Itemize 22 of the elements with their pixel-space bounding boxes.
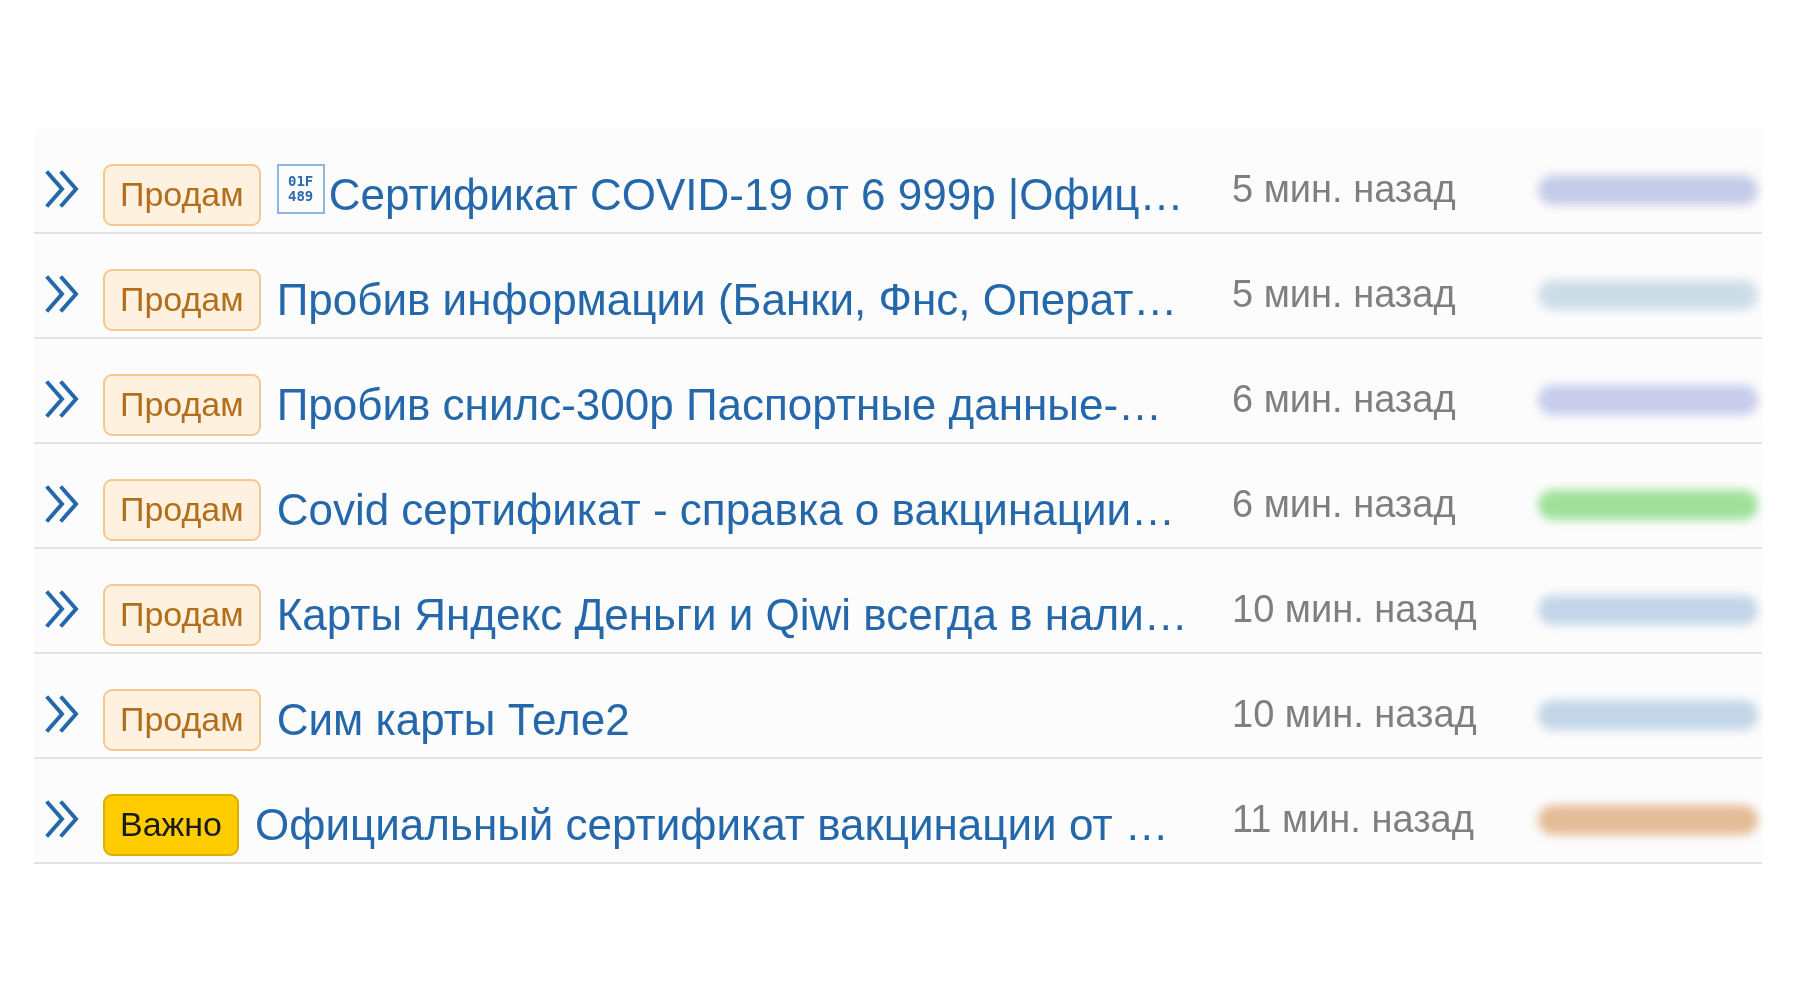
post-time: 11 мин. назад xyxy=(1232,798,1475,841)
prefix-tag: Продам xyxy=(103,373,261,436)
thread-title-link[interactable]: Карты Яндекс Деньги и Qiwi всегда в нали… xyxy=(276,589,1188,640)
post-time: 10 мин. назад xyxy=(1232,693,1478,736)
prefix-tag: Продам xyxy=(103,163,261,226)
thread-title-link[interactable]: Covid сертификат - справка о вакцинации… xyxy=(276,484,1176,535)
missing-glyph-box: 01F 489 xyxy=(276,163,325,214)
prefix-tag: Продам xyxy=(103,688,261,751)
thread-title-link[interactable]: Пробив информации (Банки, Фнс, Операт… xyxy=(276,274,1178,325)
thread-title-link[interactable]: Пробив снилс-300р Паспортные данные-… xyxy=(276,379,1163,430)
post-time: 10 мин. назад xyxy=(1232,588,1478,631)
post-time: 6 мин. назад xyxy=(1232,378,1457,421)
thread-title-link[interactable]: Официальный сертификат вакцинации от … xyxy=(255,799,1169,850)
thread-title-link[interactable]: Сертификат COVID-19 от 6 999р |Офиц… xyxy=(328,169,1184,220)
post-time: 6 мин. назад xyxy=(1232,483,1457,526)
prefix-tag: Продам xyxy=(103,478,261,541)
post-time: 5 мин. назад xyxy=(1232,273,1457,316)
prefix-tag: Продам xyxy=(103,268,261,331)
prefix-tag: Продам xyxy=(103,583,261,646)
thread-title-link[interactable]: Сим карты Теле2 xyxy=(276,694,630,745)
post-time: 5 мин. назад xyxy=(1232,168,1457,211)
prefix-tag: Важно xyxy=(103,793,240,856)
